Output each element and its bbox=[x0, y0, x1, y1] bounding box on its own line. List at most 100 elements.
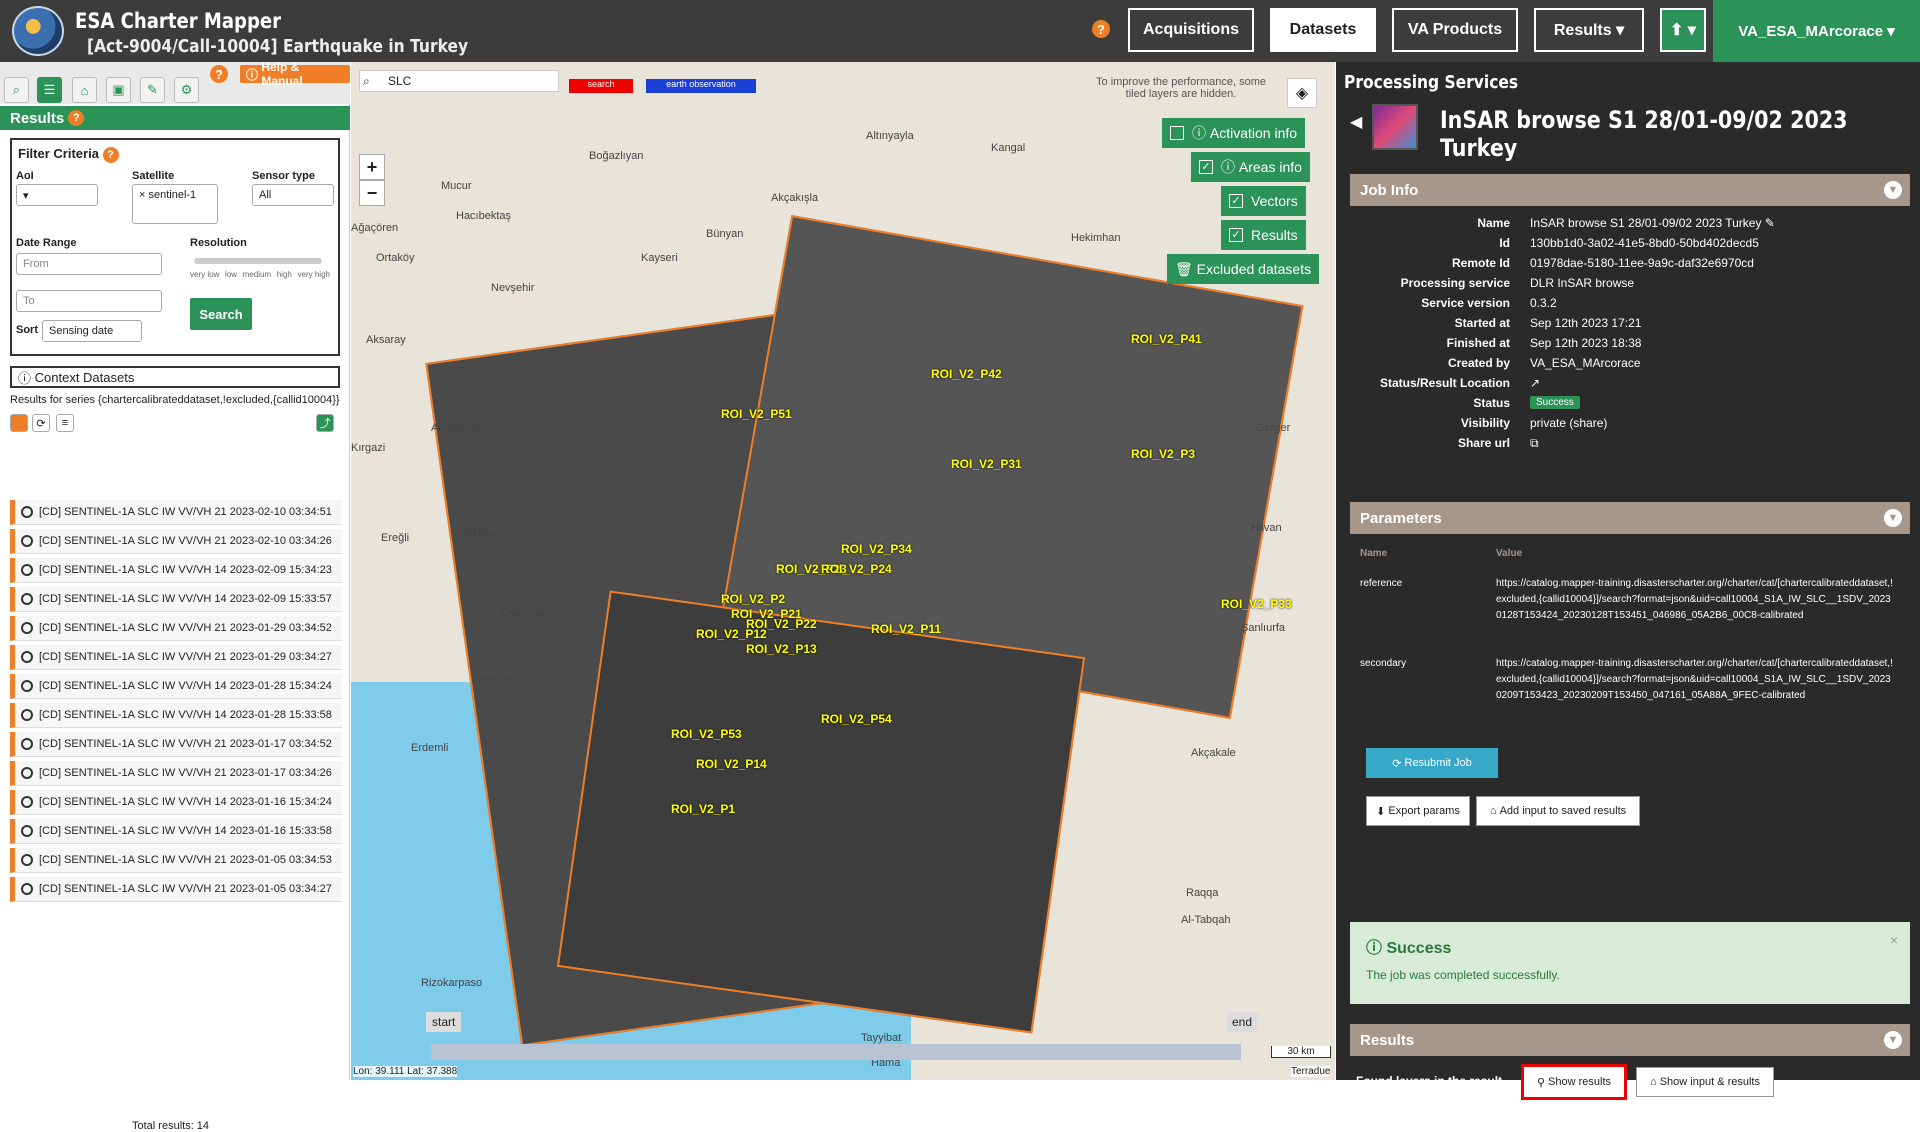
add-input-button[interactable]: ⌂ Add input to saved results bbox=[1476, 796, 1640, 826]
list-item[interactable]: [CD] SENTINEL-1A SLC IW VV/VH 21 2023-01… bbox=[10, 877, 342, 902]
map-view[interactable]: ROI_V2_P41 ROI_V2_P42 ROI_V2_P51 ROI_V2_P3 R… bbox=[351, 62, 1335, 1080]
info-key: Processing service bbox=[1400, 276, 1510, 290]
roi-label[interactable]: ROI_V2_P53 bbox=[671, 727, 742, 741]
list-item[interactable]: [CD] SENTINEL-1A SLC IW VV/VH 14 2023-01… bbox=[10, 703, 342, 728]
roi-label[interactable]: ROI_V2_P24 bbox=[821, 562, 892, 576]
to-date-input[interactable]: To bbox=[16, 290, 162, 312]
roi-label[interactable]: ROI_V2_P13 bbox=[746, 642, 817, 656]
roi-label[interactable]: ROI_V2_P42 bbox=[931, 367, 1002, 381]
timeline-bar[interactable] bbox=[431, 1044, 1241, 1060]
results-header[interactable]: Results ▼ bbox=[1350, 1024, 1910, 1056]
globe-icon bbox=[21, 564, 33, 576]
activation-info-button[interactable]: ⓘ Activation info bbox=[1162, 118, 1306, 148]
roi-label[interactable]: ROI_V2_P31 bbox=[951, 457, 1022, 471]
tab-datasets[interactable]: Datasets bbox=[1270, 8, 1376, 52]
resolution-slider[interactable] bbox=[194, 258, 322, 264]
list-item[interactable]: [CD] SENTINEL-1A SLC IW VV/VH 14 2023-02… bbox=[10, 587, 342, 612]
list-item[interactable]: [CD] SENTINEL-1A SLC IW VV/VH 14 2023-01… bbox=[10, 819, 342, 844]
roi-label[interactable]: ROI_V2_P54 bbox=[821, 712, 892, 726]
roi-label[interactable]: ROI_V2_P12 bbox=[696, 627, 767, 641]
roi-label[interactable]: ROI_V2_P33 bbox=[1221, 597, 1292, 611]
list-item[interactable]: [CD] SENTINEL-1A SLC IW VV/VH 14 2023-01… bbox=[10, 674, 342, 699]
show-results-button[interactable]: ⚲ Show results bbox=[1521, 1064, 1627, 1100]
aoi-select[interactable]: ▾ bbox=[16, 184, 98, 206]
basket-icon[interactable]: ⌂ bbox=[72, 77, 97, 103]
list-item[interactable]: [CD] SENTINEL-1A SLC IW VV/VH 21 2023-01… bbox=[10, 645, 342, 670]
chevron-down-icon[interactable]: ▼ bbox=[1884, 181, 1902, 199]
map-search-input[interactable]: SLC bbox=[359, 70, 559, 92]
roi-label[interactable]: ROI_V2_P11 bbox=[871, 622, 941, 636]
vectors-button[interactable]: ✓ Vectors bbox=[1221, 186, 1306, 216]
show-input-results-button[interactable]: ⌂ Show input & results bbox=[1636, 1067, 1774, 1097]
list-item[interactable]: [CD] SENTINEL-1A SLC IW VV/VH 21 2023-01… bbox=[10, 761, 342, 786]
chevron-down-icon[interactable]: ▼ bbox=[1884, 509, 1902, 527]
list-item[interactable]: [CD] SENTINEL-1A SLC IW VV/VH 21 2023-02… bbox=[10, 500, 342, 525]
menu-icon[interactable]: ≡ bbox=[56, 414, 74, 432]
parameters-header[interactable]: Parameters ▼ bbox=[1350, 502, 1910, 534]
tab-acquisitions[interactable]: Acquisitions bbox=[1128, 8, 1254, 52]
roi-label[interactable]: ROI_V2_P14 bbox=[696, 757, 767, 771]
roi-label[interactable]: ROI_V2_P3 bbox=[1131, 447, 1195, 461]
chevron-down-icon[interactable]: ▼ bbox=[1884, 1031, 1902, 1049]
upload-button[interactable]: ⬆ ▾ bbox=[1660, 8, 1706, 52]
info-value[interactable]: ⧉ bbox=[1530, 436, 1539, 451]
list-item[interactable]: [CD] SENTINEL-1A SLC IW VV/VH 21 2023-01… bbox=[10, 848, 342, 873]
info-value[interactable]: ↗ bbox=[1530, 376, 1540, 390]
resubmit-button[interactable]: ⟳ Resubmit Job bbox=[1366, 748, 1498, 778]
checkbox[interactable]: ✓ bbox=[1229, 194, 1243, 208]
list-item[interactable]: [CD] SENTINEL-1A SLC IW VV/VH 21 2023-01… bbox=[10, 732, 342, 757]
timeline-start[interactable]: start bbox=[426, 1012, 462, 1032]
search-button[interactable]: Search bbox=[190, 298, 252, 330]
back-icon[interactable]: ◀ bbox=[1350, 112, 1362, 132]
tag-earth-observation[interactable]: earth observation bbox=[646, 79, 756, 93]
zoom-in-button[interactable]: + bbox=[359, 154, 385, 180]
help-icon[interactable]: ? bbox=[1092, 20, 1110, 38]
zoom-out-button[interactable]: − bbox=[359, 180, 385, 206]
layers-icon[interactable]: ◈ bbox=[1287, 78, 1317, 108]
search-icon[interactable]: ⌕ bbox=[4, 77, 29, 103]
from-date-input[interactable]: From bbox=[16, 253, 162, 275]
help-icon[interactable]: ? bbox=[102, 147, 119, 163]
list-item[interactable]: [CD] SENTINEL-1A SLC IW VV/VH 14 2023-02… bbox=[10, 558, 342, 583]
list-item[interactable]: [CD] SENTINEL-1A SLC IW VV/VH 21 2023-01… bbox=[10, 616, 342, 641]
list-item[interactable]: [CD] SENTINEL-1A SLC IW VV/VH 21 2023-02… bbox=[10, 529, 342, 554]
context-datasets[interactable]: ⓘ Context Datasets bbox=[10, 366, 340, 388]
checkbox[interactable]: ✓ bbox=[1199, 160, 1213, 174]
edit-icon[interactable]: ✎ bbox=[140, 77, 165, 103]
roi-label[interactable]: ROI_V2_P1 bbox=[671, 802, 735, 816]
select-all-checkbox[interactable] bbox=[10, 414, 28, 432]
excluded-datasets-button[interactable]: 🗑 Excluded datasets bbox=[1167, 254, 1320, 284]
roi-label[interactable]: ROI_V2_P51 bbox=[721, 407, 792, 421]
job-info-label: Job Info bbox=[1360, 181, 1419, 199]
panel-toolbar: ⌕ ☰ ⌂ ▣ ✎ ⚙ ? ⓘ Help & Manual bbox=[0, 60, 350, 104]
results-layer-button[interactable]: ✓ Results bbox=[1221, 220, 1306, 250]
tag-search[interactable]: search bbox=[569, 79, 633, 93]
list-icon[interactable]: ☰ bbox=[37, 77, 62, 103]
tab-results[interactable]: Results ▾ bbox=[1534, 8, 1644, 52]
job-info-header[interactable]: Job Info ▼ bbox=[1350, 174, 1910, 206]
roi-label[interactable]: ROI_V2_P34 bbox=[841, 542, 912, 556]
sort-select[interactable]: Sensing date bbox=[42, 320, 142, 342]
sar-scene[interactable] bbox=[556, 590, 1086, 1034]
parameters-label: Parameters bbox=[1360, 509, 1442, 527]
checkbox[interactable] bbox=[1170, 126, 1184, 140]
archive-icon[interactable]: ▣ bbox=[106, 77, 131, 103]
close-icon[interactable]: × bbox=[1890, 932, 1898, 948]
help-icon[interactable]: ? bbox=[210, 65, 228, 83]
help-manual-button[interactable]: ⓘ Help & Manual bbox=[240, 60, 350, 88]
tab-va-products[interactable]: VA Products bbox=[1392, 8, 1518, 52]
sensor-select[interactable]: All bbox=[252, 184, 334, 206]
user-menu[interactable]: VA_ESA_MArcorace ▾ bbox=[1713, 0, 1920, 62]
areas-info-button[interactable]: ✓ ⓘ Areas info bbox=[1191, 152, 1310, 182]
settings-icon[interactable]: ⚙ bbox=[174, 77, 199, 103]
satellite-select[interactable]: × sentinel-1 bbox=[132, 184, 218, 224]
export-params-button[interactable]: ⬇ Export params bbox=[1366, 796, 1470, 826]
list-item[interactable]: [CD] SENTINEL-1A SLC IW VV/VH 14 2023-01… bbox=[10, 790, 342, 815]
timeline-end[interactable]: end bbox=[1226, 1012, 1259, 1032]
help-icon[interactable]: ? bbox=[68, 110, 85, 126]
roi-label[interactable]: ROI_V2_P41 bbox=[1131, 332, 1202, 346]
checkbox[interactable]: ✓ bbox=[1229, 228, 1243, 242]
roi-label[interactable]: ROI_V2_P2 bbox=[721, 592, 785, 606]
share-icon[interactable]: ⤴ bbox=[316, 414, 334, 432]
refresh-icon[interactable]: ⟳ bbox=[32, 414, 50, 432]
